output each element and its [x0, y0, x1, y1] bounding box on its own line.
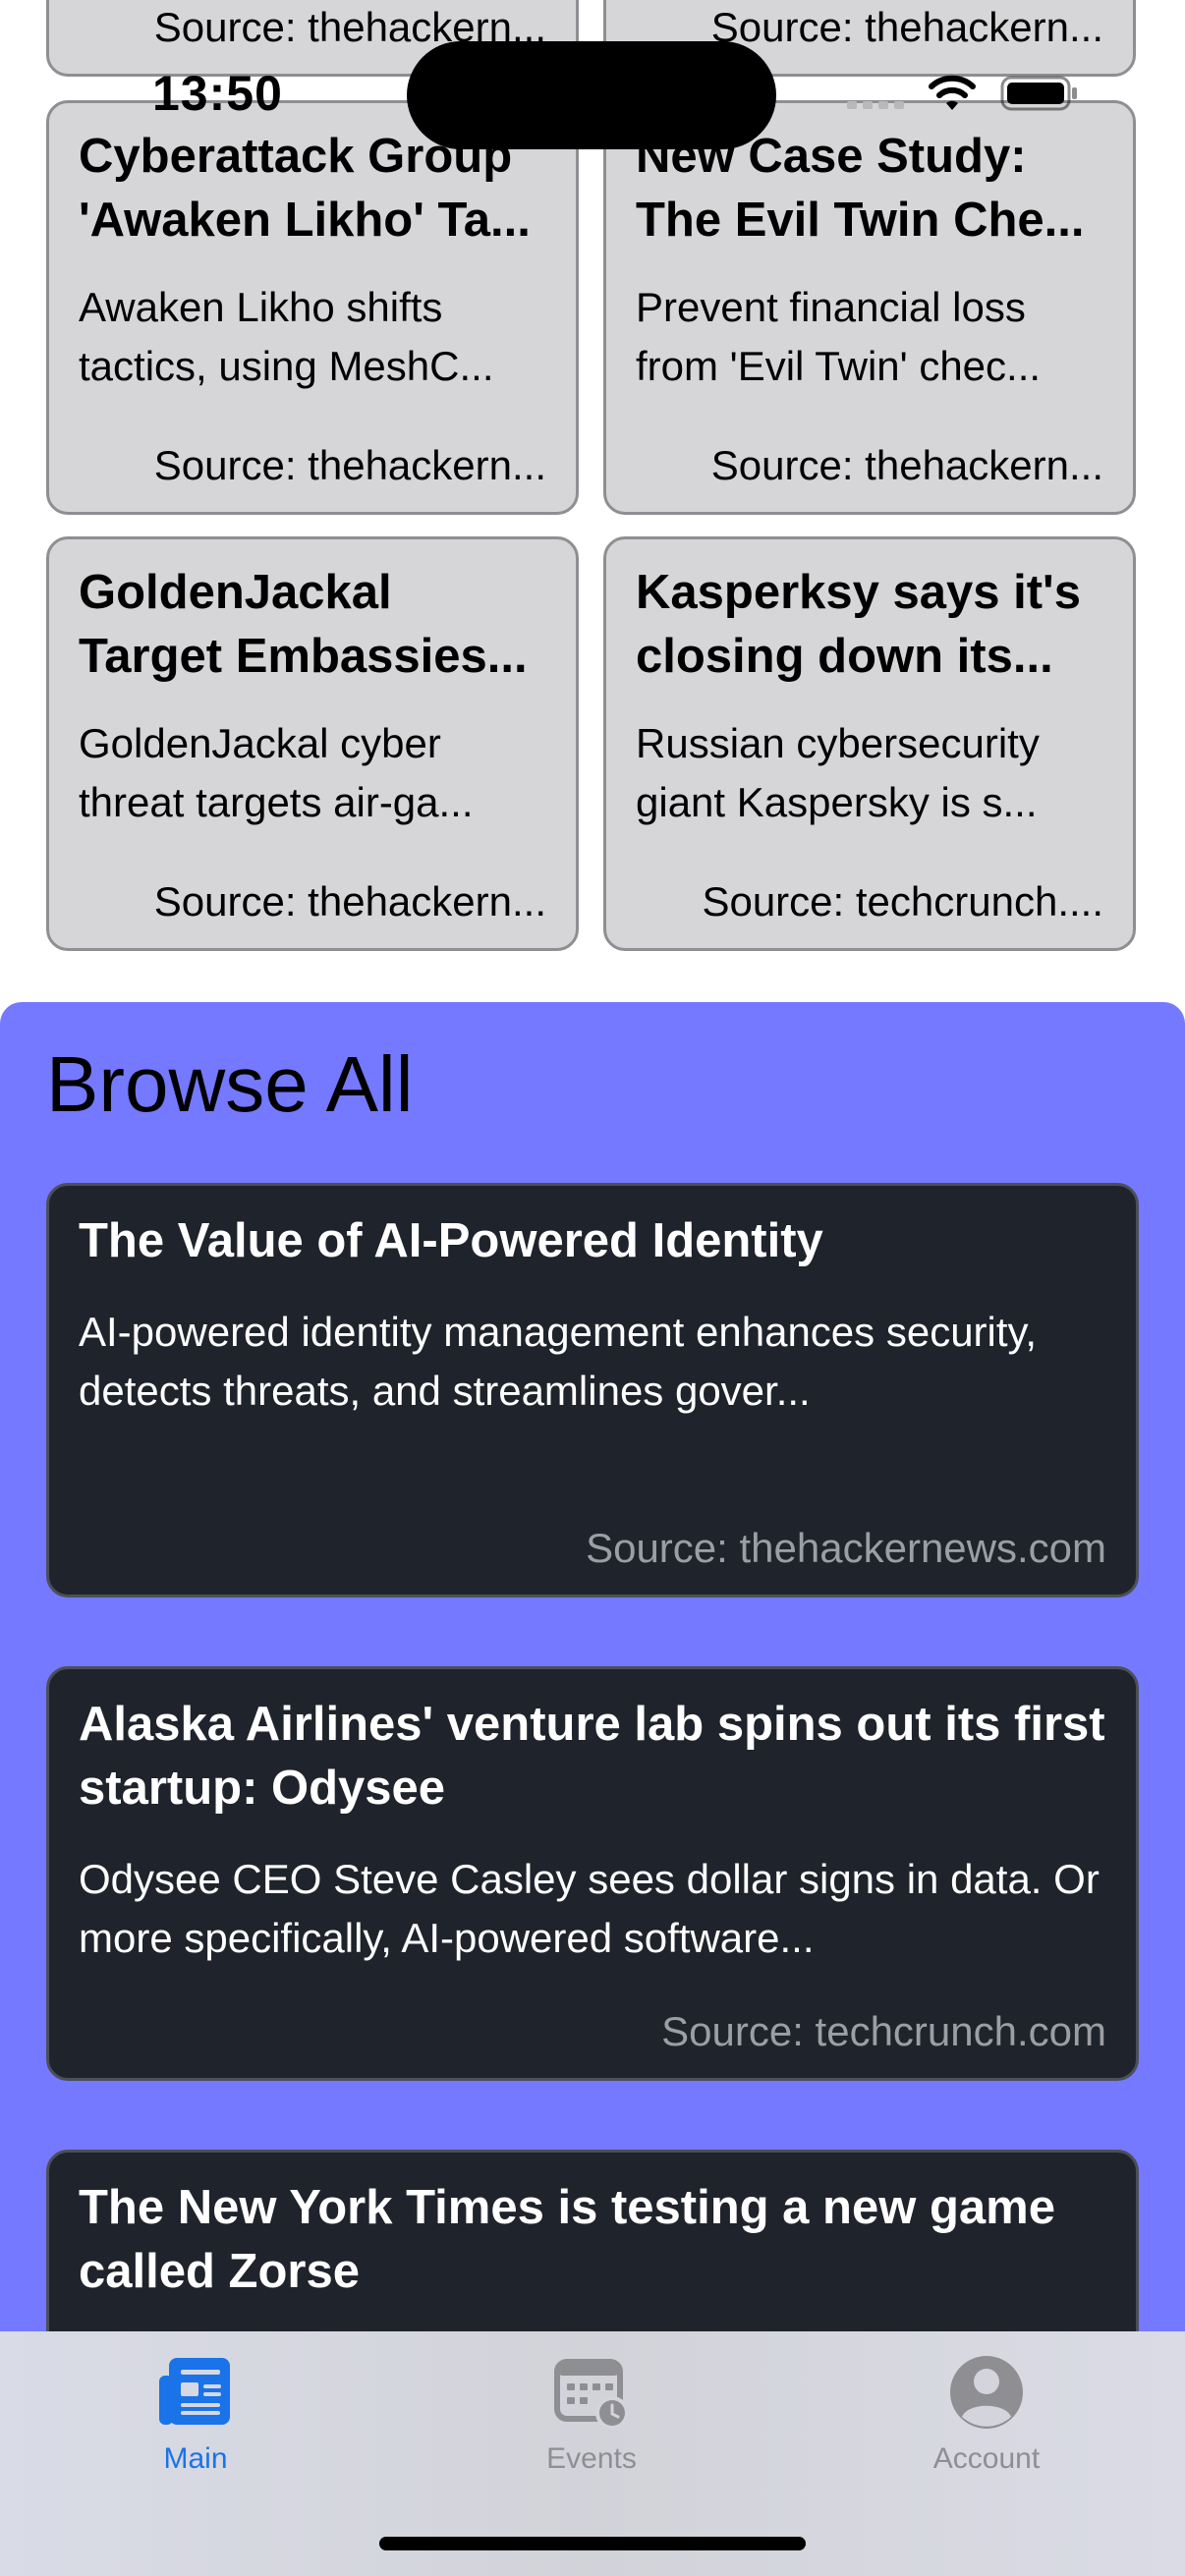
wifi-icon — [929, 75, 976, 110]
article-title: Alaska Airlines' venture lab spins out i… — [79, 1698, 1105, 1815]
section-title: Browse All — [46, 1040, 414, 1128]
article-card[interactable]: Alaska Airlines' venture lab spins out i… — [46, 1666, 1139, 2081]
tab-main[interactable]: Main — [48, 2338, 343, 2486]
home-indicator[interactable] — [379, 2537, 806, 2550]
card-source: Source: thehackern... — [153, 442, 546, 488]
card-source: Source: thehackern... — [153, 878, 546, 924]
card-source: Source: thehackern... — [710, 442, 1103, 488]
dynamic-island — [407, 41, 776, 149]
card-source: Source: thehackern... — [710, 4, 1103, 50]
article-source: Source: thehackernews.com — [586, 1525, 1106, 1571]
news-grid-card[interactable]: GoldenJackal Target Embassies... GoldenJ… — [46, 536, 579, 951]
article-title: The New York Times is testing a new game… — [79, 2181, 1055, 2298]
tab-label: Main — [163, 2442, 228, 2475]
article-card[interactable]: The Value of AI-Powered Identity AI-powe… — [46, 1183, 1139, 1597]
news-grid-card[interactable]: Kasperksy says it's closing down its... … — [603, 536, 1136, 951]
cellular-signal-icon — [847, 101, 904, 109]
news-grid-card[interactable]: New Case Study: The Evil Twin Che... Pre… — [603, 100, 1136, 515]
status-time: 13:50 — [152, 66, 283, 121]
card-source: Source: techcrunch.... — [702, 878, 1103, 924]
article-source: Source: techcrunch.com — [661, 2008, 1106, 2054]
card-description: GoldenJackal cyber threat targets air-ga… — [79, 720, 474, 825]
calendar-clock-icon — [554, 2359, 629, 2430]
card-description: Russian cybersecurity giant Kaspersky is… — [636, 720, 1040, 825]
tab-label: Events — [546, 2442, 637, 2475]
article-description: Odysee CEO Steve Casley sees dollar sign… — [79, 1856, 1100, 1961]
card-description: Prevent financial loss from 'Evil Twin' … — [636, 284, 1042, 389]
battery-icon — [1000, 76, 1077, 111]
newspaper-icon — [159, 2358, 230, 2425]
card-description: Awaken Likho shifts tactics, using MeshC… — [79, 284, 494, 389]
card-title: Kasperksy says it's closing down its... — [636, 566, 1081, 683]
tab-label: Account — [932, 2442, 1041, 2475]
tab-account[interactable]: Account — [839, 2338, 1134, 2486]
person-circle-icon — [950, 2356, 1023, 2429]
article-title: The Value of AI-Powered Identity — [79, 1214, 823, 1267]
article-description: AI-powered identity management enhances … — [79, 1309, 1038, 1414]
news-grid-card[interactable]: Cyberattack Group 'Awaken Likho' Ta... A… — [46, 100, 579, 515]
card-title: GoldenJackal Target Embassies... — [79, 566, 528, 683]
tab-events[interactable]: Events — [444, 2338, 739, 2486]
